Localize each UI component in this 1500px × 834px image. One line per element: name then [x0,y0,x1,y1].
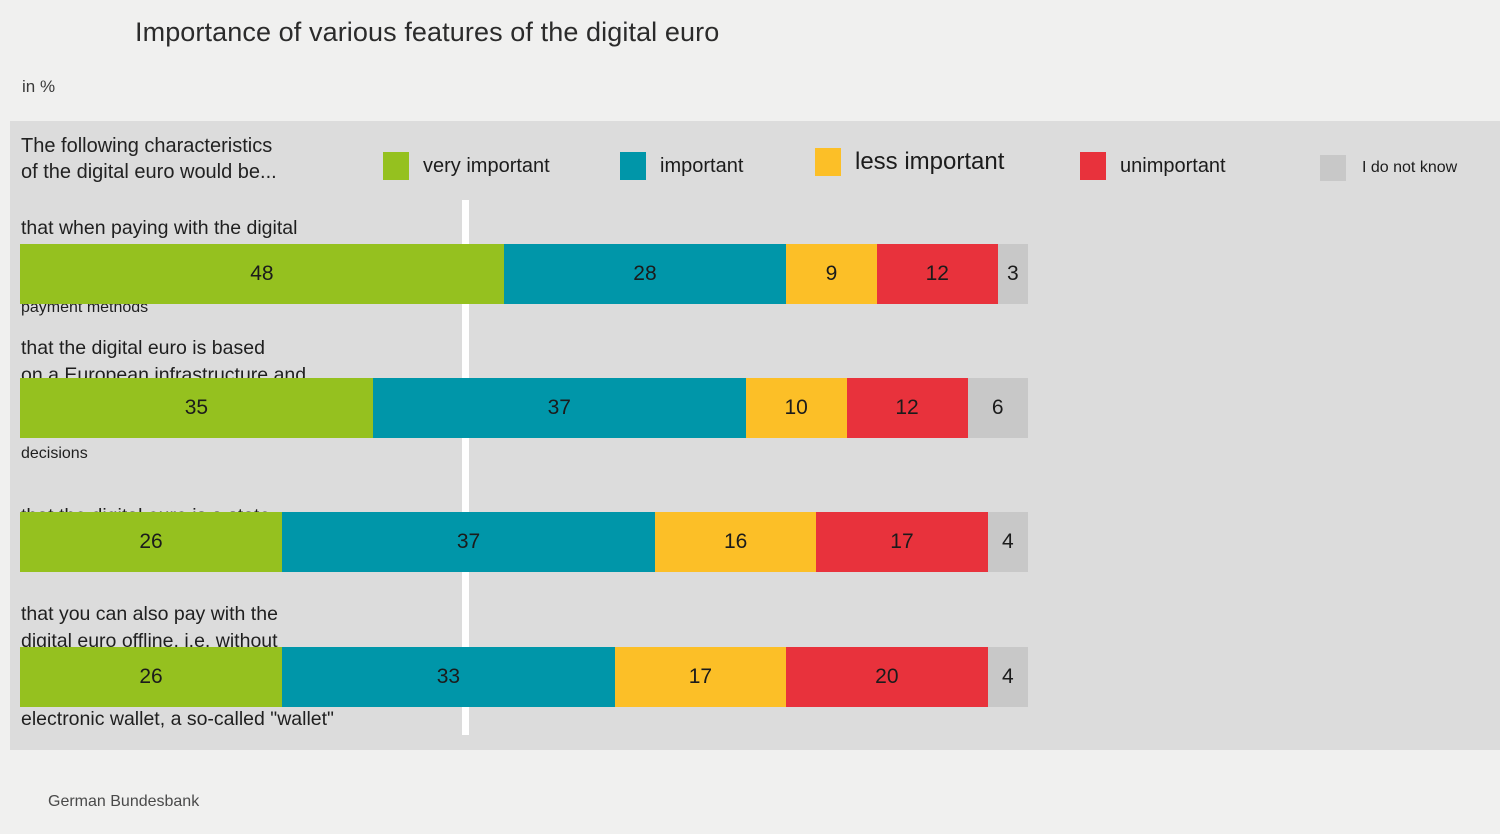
bar-segment: 20 [786,647,988,707]
legend-item-3[interactable]: unimportant [1080,151,1226,181]
category-label-line: electronic wallet, a so-called "wallet" [21,707,334,730]
stacked-bar-0: 48 28 9 12 3 [20,244,1028,304]
page-title: Importance of various features of the di… [135,17,720,47]
legend-swatch-icon [1320,155,1346,181]
bar-segment: 4 [987,647,1028,707]
legend-question-line-1: The following characteristics [21,135,273,157]
legend-swatch-icon [1080,152,1106,180]
bar-segment: 26 [20,512,283,572]
bar-segment: 37 [282,512,656,572]
bar-segment: 16 [655,512,817,572]
bar-segment: 35 [20,378,373,438]
bar-segment: 12 [876,244,998,304]
bar-segment: 33 [282,647,615,707]
legend-swatch-icon [815,148,841,176]
chart-legend: very important important less important uni… [375,147,1495,187]
category-label-line: decisions [21,445,88,462]
bar-segment: 28 [503,244,787,304]
bar-segment: 9 [786,244,877,304]
source-note: German Bundesbank [48,793,200,810]
legend-question-line-2: of the digital euro would be... [21,161,277,183]
chart-panel: The following characteristics of the dig… [10,121,1500,750]
legend-item-label: less important [855,148,1005,175]
legend-item-1[interactable]: important [620,151,743,181]
stacked-bar-2: 26 37 16 17 4 [20,512,1028,572]
bar-segment: 17 [614,647,787,707]
bar-segment: 4 [987,512,1028,572]
bar-segment: 12 [846,378,968,438]
category-label-line: that the digital euro is based [21,337,265,359]
bar-segment: 26 [20,647,283,707]
chart-page: Importance of various features of the di… [0,0,1500,834]
legend-swatch-icon [383,152,409,180]
bar-segment: 6 [967,378,1028,438]
legend-item-label: very important [423,154,550,177]
legend-item-label: I do not know [1362,159,1458,176]
category-label-line: that when paying with the digital [21,217,298,239]
legend-item-4[interactable]: I do not know [1320,153,1457,183]
stacked-bar-3: 26 33 17 20 4 [20,647,1028,707]
bar-segment: 17 [816,512,988,572]
legend-item-label: unimportant [1120,154,1226,177]
bar-segment: 3 [997,244,1028,304]
unit-label: in % [22,77,56,96]
legend-item-2[interactable]: less important [815,147,1004,177]
bar-segment: 48 [20,244,504,304]
stacked-bar-1: 35 37 10 12 6 [20,378,1028,438]
legend-item-label: important [660,154,744,177]
bar-segment: 10 [745,378,847,438]
legend-item-0[interactable]: very important [383,151,550,181]
legend-swatch-icon [620,152,646,180]
bar-segment: 37 [372,378,746,438]
category-label-line: that you can also pay with the [21,603,278,625]
legend-question: The following characteristics of the dig… [21,133,381,185]
